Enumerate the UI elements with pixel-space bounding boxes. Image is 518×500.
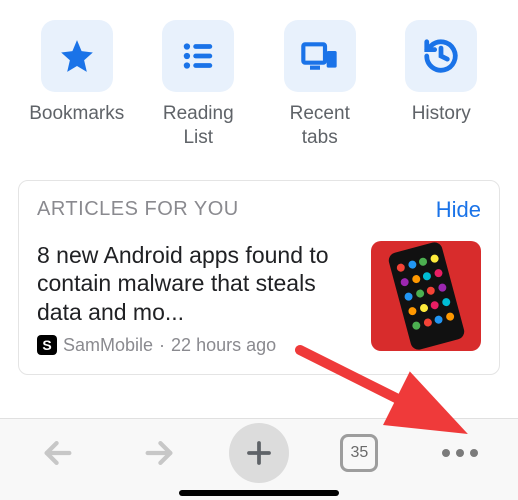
back-button[interactable]: [28, 436, 88, 470]
shortcut-recent-tabs[interactable]: Recent tabs: [263, 20, 377, 150]
source-badge-icon: S: [37, 335, 57, 355]
article-thumbnail: [371, 241, 481, 351]
shortcut-bookmarks[interactable]: Bookmarks: [20, 20, 134, 150]
bottom-toolbar: 35: [0, 418, 518, 500]
article-time: 22 hours ago: [171, 335, 276, 356]
article-item[interactable]: 8 new Android apps found to contain malw…: [19, 233, 499, 374]
shortcut-label: History: [412, 102, 471, 126]
more-horizontal-icon: [442, 449, 478, 457]
arrow-left-icon: [41, 436, 75, 470]
more-button[interactable]: [430, 449, 490, 457]
history-icon: [405, 20, 477, 92]
shortcut-reading-list[interactable]: Reading List: [142, 20, 256, 150]
shortcut-label: Bookmarks: [29, 102, 124, 126]
home-indicator[interactable]: [179, 490, 339, 496]
tabs-button[interactable]: 35: [329, 434, 389, 472]
article-meta: S SamMobile · 22 hours ago: [37, 335, 357, 356]
shortcut-label: Reading List: [148, 102, 248, 150]
article-text: 8 new Android apps found to contain malw…: [37, 241, 357, 356]
shortcuts-row: Bookmarks Reading List Recent tabs Histo…: [0, 0, 518, 160]
shortcut-label: Recent tabs: [270, 102, 370, 150]
shortcut-history[interactable]: History: [385, 20, 499, 150]
meta-separator: ·: [159, 335, 165, 356]
tab-count-badge: 35: [340, 434, 378, 472]
devices-icon: [284, 20, 356, 92]
new-tab-button[interactable]: [229, 423, 289, 483]
article-source: SamMobile: [63, 335, 153, 356]
list-icon: [162, 20, 234, 92]
forward-button[interactable]: [129, 436, 189, 470]
plus-icon: [244, 438, 274, 468]
star-icon: [41, 20, 113, 92]
hide-button[interactable]: Hide: [436, 197, 481, 223]
article-headline: 8 new Android apps found to contain malw…: [37, 241, 357, 327]
card-header: ARTICLES FOR YOU Hide: [19, 181, 499, 233]
card-title: ARTICLES FOR YOU: [37, 198, 239, 221]
arrow-right-icon: [142, 436, 176, 470]
articles-card: ARTICLES FOR YOU Hide 8 new Android apps…: [18, 180, 500, 375]
